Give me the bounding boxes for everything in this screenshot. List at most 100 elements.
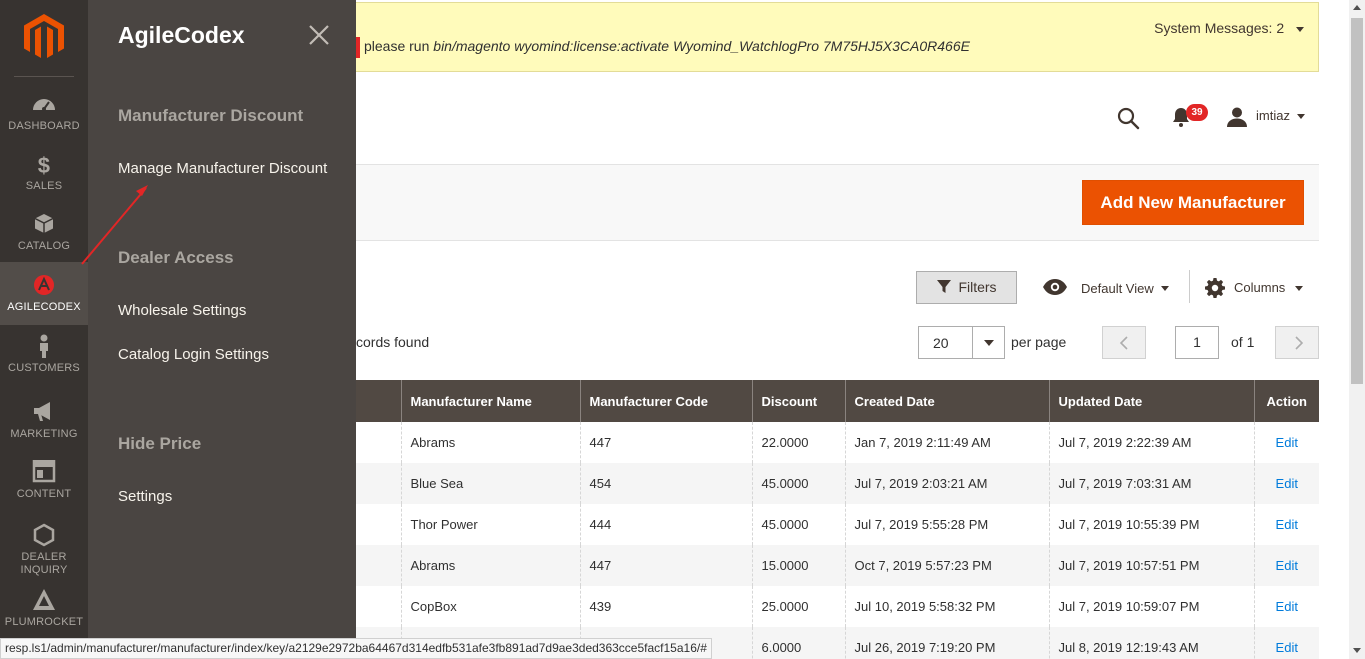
column-header-select[interactable] xyxy=(356,380,401,422)
notification-badge[interactable]: 39 xyxy=(1186,104,1208,121)
edit-link[interactable]: Edit xyxy=(1253,463,1319,504)
cell-code: 447 xyxy=(579,422,752,463)
edit-link[interactable]: Edit xyxy=(1253,627,1319,659)
column-header-name[interactable]: Manufacturer Name xyxy=(400,380,580,422)
cell-updated: Jul 7, 2019 10:55:39 PM xyxy=(1048,504,1254,545)
cell-discount: 25.0000 xyxy=(751,586,845,627)
cell-updated: Jul 7, 2019 7:03:31 AM xyxy=(1048,463,1254,504)
per-page-select[interactable]: 20 xyxy=(918,326,1005,359)
hexagon-icon xyxy=(33,523,55,547)
table-row: CopBox 439 25.0000 Jul 10, 2019 5:58:32 … xyxy=(356,586,1319,627)
cell-code: 447 xyxy=(579,545,752,586)
manufacturer-grid: Manufacturer Name Manufacturer Code Disc… xyxy=(356,380,1319,659)
row-select-cell xyxy=(356,504,401,545)
column-header-updated[interactable]: Updated Date xyxy=(1048,380,1254,422)
column-header-code[interactable]: Manufacturer Code xyxy=(579,380,752,422)
hide-price-settings-link[interactable]: Settings xyxy=(118,488,172,505)
cell-code: 439 xyxy=(579,586,752,627)
cell-discount: 6.0000 xyxy=(751,627,845,659)
dollar-icon: $ xyxy=(38,153,50,176)
edit-link[interactable]: Edit xyxy=(1253,586,1319,627)
grid-header-row: Manufacturer Name Manufacturer Code Disc… xyxy=(356,380,1319,422)
annotation-arrow-icon xyxy=(81,185,148,265)
agilecodex-submenu: AgileCodex Manufacturer Discount Manage … xyxy=(88,0,356,659)
nav-item-dealer-inquiry[interactable]: DEALER INQUIRY xyxy=(0,523,88,576)
nav-item-marketing[interactable]: MARKETING xyxy=(0,400,88,440)
submenu-heading-hide-price: Hide Price xyxy=(118,434,202,453)
cell-discount: 15.0000 xyxy=(751,545,845,586)
chevron-down-icon[interactable] xyxy=(1295,286,1303,291)
chevron-down-icon[interactable] xyxy=(1161,286,1169,291)
filters-button[interactable]: Filters xyxy=(916,271,1017,304)
cell-name: Abrams xyxy=(400,422,580,463)
nav-item-content[interactable]: CONTENT xyxy=(0,460,88,500)
cell-created: Jul 7, 2019 5:55:28 PM xyxy=(844,504,1049,545)
cell-discount: 22.0000 xyxy=(751,422,845,463)
previous-page-button[interactable] xyxy=(1102,326,1146,359)
submenu-title: AgileCodex xyxy=(118,22,245,48)
license-command: bin/magento wyomind:license:activate Wyo… xyxy=(433,38,970,54)
row-select-cell xyxy=(356,586,401,627)
close-icon[interactable] xyxy=(306,22,332,48)
gear-icon[interactable] xyxy=(1205,278,1225,298)
per-page-label: per page xyxy=(1011,334,1067,350)
manage-manufacturer-discount-link[interactable]: Manage Manufacturer Discount xyxy=(118,160,327,177)
chevron-right-icon xyxy=(1295,336,1304,350)
wholesale-settings-link[interactable]: Wholesale Settings xyxy=(118,302,246,319)
system-messages-toggle[interactable]: System Messages: 2 xyxy=(1154,20,1304,36)
cell-name: Blue Sea xyxy=(400,463,580,504)
dashboard-icon xyxy=(33,99,55,111)
columns-dropdown[interactable]: Columns xyxy=(1234,280,1285,295)
edit-link[interactable]: Edit xyxy=(1253,422,1319,463)
scroll-down-icon[interactable] xyxy=(1353,648,1361,653)
cell-name: Thor Power xyxy=(400,504,580,545)
edit-link[interactable]: Edit xyxy=(1253,545,1319,586)
row-select-cell xyxy=(356,422,401,463)
scroll-up-icon[interactable] xyxy=(1353,5,1361,10)
table-row: Abrams 447 15.0000 Oct 7, 2019 5:57:23 P… xyxy=(356,545,1319,586)
layout-icon xyxy=(32,460,56,483)
page-number-input[interactable]: 1 xyxy=(1175,326,1219,359)
eye-icon[interactable] xyxy=(1042,278,1068,296)
records-found: cords found xyxy=(356,334,430,350)
nav-item-plumrocket[interactable]: PLUMROCKET xyxy=(0,588,88,628)
next-page-button[interactable] xyxy=(1275,326,1319,359)
per-page-value: 20 xyxy=(933,335,949,351)
cell-name: CopBox xyxy=(400,586,580,627)
error-marker xyxy=(356,37,360,58)
edit-link[interactable]: Edit xyxy=(1253,504,1319,545)
add-new-manufacturer-button[interactable]: Add New Manufacturer xyxy=(1082,180,1304,225)
catalog-login-settings-link[interactable]: Catalog Login Settings xyxy=(118,346,269,363)
system-message-bar: please run bin/magento wyomind:license:a… xyxy=(356,2,1319,72)
chevron-left-icon xyxy=(1119,336,1128,350)
cell-created: Jul 10, 2019 5:58:32 PM xyxy=(844,586,1049,627)
cell-code: 444 xyxy=(579,504,752,545)
per-page-toggle[interactable] xyxy=(972,327,1004,358)
system-message-text: please run bin/magento wyomind:license:a… xyxy=(364,38,970,54)
column-header-discount[interactable]: Discount xyxy=(751,380,845,422)
cell-code: 454 xyxy=(579,463,752,504)
cell-updated: Jul 7, 2019 10:59:07 PM xyxy=(1048,586,1254,627)
megaphone-icon xyxy=(34,402,50,421)
admin-page: please run bin/magento wyomind:license:a… xyxy=(0,0,1365,659)
chevron-down-icon[interactable] xyxy=(1297,114,1305,119)
nav-item-dashboard[interactable]: DASHBOARD xyxy=(0,92,88,132)
submenu-heading-manufacturer-discount: Manufacturer Discount xyxy=(118,106,304,125)
cell-name: Abrams xyxy=(400,545,580,586)
default-view-dropdown[interactable]: Default View xyxy=(1081,281,1154,296)
row-select-cell xyxy=(356,463,401,504)
box-icon xyxy=(34,214,54,233)
cell-updated: Jul 7, 2019 10:57:51 PM xyxy=(1048,545,1254,586)
nav-item-customers[interactable]: CUSTOMERS xyxy=(0,334,88,374)
cell-updated: Jul 7, 2019 2:22:39 AM xyxy=(1048,422,1254,463)
search-icon[interactable] xyxy=(1116,106,1140,130)
column-header-created[interactable]: Created Date xyxy=(844,380,1049,422)
browser-status-url: resp.ls1/admin/manufacturer/manufacturer… xyxy=(0,638,712,659)
user-icon[interactable] xyxy=(1226,106,1248,128)
scrollbar-thumb[interactable] xyxy=(1351,18,1363,384)
magento-logo-icon[interactable] xyxy=(24,14,64,58)
cell-discount: 45.0000 xyxy=(751,463,845,504)
filter-icon xyxy=(937,279,952,293)
user-name[interactable]: imtiaz xyxy=(1256,108,1290,123)
cell-created: Jan 7, 2019 2:11:49 AM xyxy=(844,422,1049,463)
